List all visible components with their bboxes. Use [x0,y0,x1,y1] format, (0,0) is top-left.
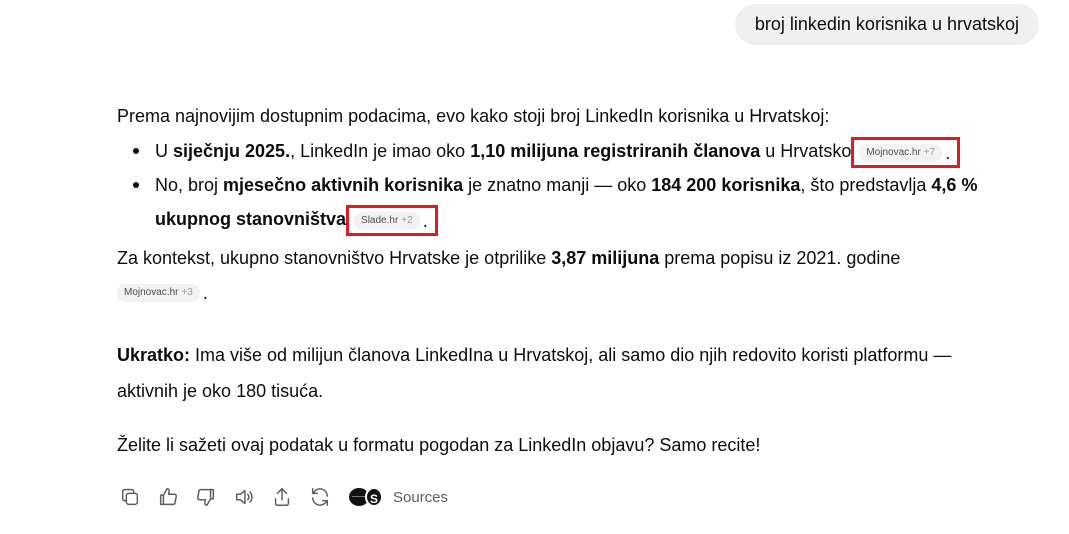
sources-favicons: S [349,487,385,507]
source-favicon: S [365,487,383,507]
bullet-registered-members: U siječnju 2025., LinkedIn je imao oko 1… [117,134,1017,168]
citation-chip[interactable]: Mojnovac.hr +7 [859,143,943,162]
thumbs-down-icon[interactable] [193,484,219,510]
assistant-answer: Prema najnovijim dostupnim podacima, evo… [117,100,1017,461]
answer-context: Za kontekst, ukupno stanovništvo Hrvatsk… [117,248,901,304]
sources-label: Sources [393,488,449,506]
highlight-box: Slade.hr +2. [346,204,438,236]
highlight-box: Mojnovac.hr +7. [851,136,961,168]
answer-cta: Želite li sažeti ovaj podatak u formatu … [117,435,761,456]
citation-chip[interactable]: Slade.hr +2 [354,211,420,230]
message-actions-toolbar: S Sources [117,484,448,510]
answer-intro: Prema najnovijim dostupnim podacima, evo… [117,106,830,126]
speaker-icon[interactable] [231,484,257,510]
sources-button[interactable]: S Sources [349,487,448,507]
bullet-active-users: No, broj mjesečno aktivnih korisnika je … [117,168,1017,236]
citation-chip[interactable]: Mojnovac.hr +3 [117,284,200,303]
answer-summary: Ukratko: Ima više od milijun članova Lin… [117,345,952,402]
answer-bullet-list: U siječnju 2025., LinkedIn je imao oko 1… [117,134,1017,236]
copy-icon[interactable] [117,484,143,510]
user-message-bubble: broj linkedin korisnika u hrvatskoj [734,4,1039,45]
thumbs-up-icon[interactable] [155,484,181,510]
regenerate-icon[interactable] [307,484,333,510]
share-icon[interactable] [269,484,295,510]
